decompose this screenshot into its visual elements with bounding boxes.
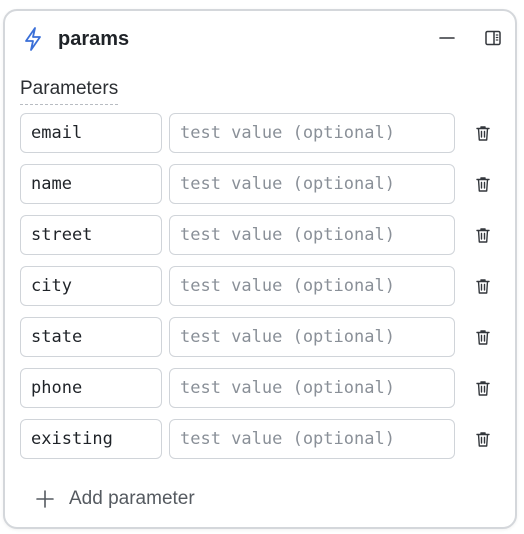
plus-icon [36, 490, 54, 508]
trash-icon[interactable] [473, 429, 493, 449]
parameter-name-field[interactable]: city [20, 266, 162, 306]
parameter-value-field[interactable]: test value (optional) [169, 368, 455, 408]
parameter-value-field[interactable]: test value (optional) [169, 164, 455, 204]
node-header: params [5, 11, 515, 67]
parameter-name-field[interactable]: existing [20, 419, 162, 459]
side-panel-icon[interactable] [483, 28, 503, 48]
parameter-value-field[interactable]: test value (optional) [169, 317, 455, 357]
parameter-row: existing test value (optional) [5, 419, 515, 459]
node-title: params [58, 28, 130, 50]
parameter-value-field[interactable]: test value (optional) [169, 215, 455, 255]
parameter-row: street test value (optional) [5, 215, 515, 255]
trash-icon[interactable] [473, 174, 493, 194]
trash-icon[interactable] [473, 123, 493, 143]
parameter-name-field[interactable]: state [20, 317, 162, 357]
parameter-name-field[interactable]: phone [20, 368, 162, 408]
parameter-row: city test value (optional) [5, 266, 515, 306]
trash-icon[interactable] [473, 225, 493, 245]
parameter-value-field[interactable]: test value (optional) [169, 266, 455, 306]
parameter-name-field[interactable]: email [20, 113, 162, 153]
parameter-value-field[interactable]: test value (optional) [169, 113, 455, 153]
trash-icon[interactable] [473, 276, 493, 296]
parameter-row: state test value (optional) [5, 317, 515, 357]
parameter-row: email test value (optional) [5, 113, 515, 153]
parameter-row: phone test value (optional) [5, 368, 515, 408]
parameters-label: Parameters [20, 77, 119, 105]
parameter-name-field[interactable]: street [20, 215, 162, 255]
add-parameter-label: Add parameter [69, 488, 195, 509]
lightning-bolt-icon [25, 27, 41, 51]
parameter-name-field[interactable]: name [20, 164, 162, 204]
parameter-value-field[interactable]: test value (optional) [169, 419, 455, 459]
minimize-icon[interactable] [437, 28, 457, 48]
trash-icon[interactable] [473, 327, 493, 347]
trash-icon[interactable] [473, 378, 493, 398]
parameter-row: name test value (optional) [5, 164, 515, 204]
params-node-card: params Parameters email test value (opti… [3, 9, 517, 529]
